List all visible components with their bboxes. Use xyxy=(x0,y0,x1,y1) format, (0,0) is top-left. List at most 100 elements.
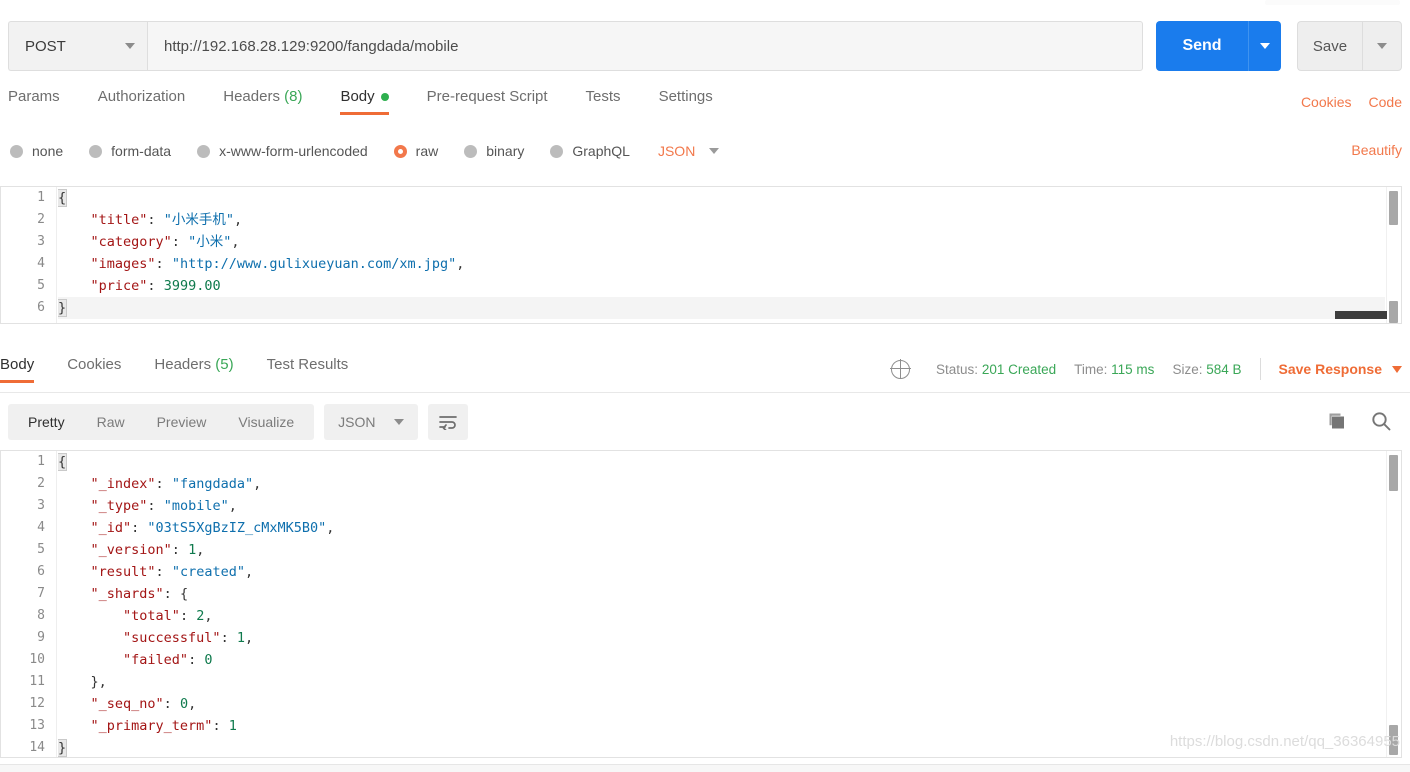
code-token: 3999.00 xyxy=(163,278,221,294)
word-wrap-button[interactable] xyxy=(427,404,468,440)
radio-icon xyxy=(10,144,23,158)
send-button-group: Send xyxy=(1156,21,1281,71)
body-type-graphql[interactable]: GraphQL xyxy=(550,143,630,159)
code-token: { xyxy=(58,453,68,471)
response-divider xyxy=(0,392,1410,393)
code-token: : xyxy=(163,696,180,712)
code-token: { xyxy=(179,586,189,602)
tab-label: Headers xyxy=(223,88,280,105)
horizontal-scrollbar-thumb[interactable] xyxy=(1335,311,1387,319)
tab-label: Cookies xyxy=(67,356,122,373)
top-partial-strip xyxy=(1265,0,1400,5)
save-options-button[interactable] xyxy=(1362,21,1402,71)
scrollbar-thumb[interactable] xyxy=(1389,455,1398,491)
cookies-link[interactable]: Cookies xyxy=(1301,94,1352,110)
request-tab-settings[interactable]: Settings xyxy=(659,88,713,115)
code-token: 0 xyxy=(179,696,189,712)
request-tab-headers[interactable]: Headers (8) xyxy=(223,88,302,115)
response-view-pretty[interactable]: Pretty xyxy=(12,404,81,440)
raw-format-selector[interactable]: JSON xyxy=(658,143,720,159)
response-size: Size: 584 B xyxy=(1172,362,1241,377)
copy-button[interactable] xyxy=(1326,410,1348,437)
save-button[interactable]: Save xyxy=(1297,21,1362,71)
response-tab-cookies[interactable]: Cookies xyxy=(67,356,121,383)
response-format-selector[interactable]: JSON xyxy=(324,404,418,440)
send-options-button[interactable] xyxy=(1248,21,1281,71)
code-line: "_shards": { xyxy=(58,583,1385,605)
request-tab-params[interactable]: Params xyxy=(8,88,60,115)
scrollbar-thumb[interactable] xyxy=(1389,191,1398,225)
code-token: { xyxy=(58,189,68,207)
code-token: , xyxy=(253,476,262,492)
code-token: : xyxy=(155,256,172,272)
response-time: Time: 115 ms xyxy=(1074,362,1154,377)
url-input[interactable]: http://192.168.28.129:9200/fangdada/mobi… xyxy=(147,21,1143,71)
request-tab-body[interactable]: Body xyxy=(340,88,389,115)
code-token: 0 xyxy=(204,652,213,668)
response-code-area[interactable]: { "_index": "fangdada", "_type": "mobile… xyxy=(58,451,1385,757)
code-token: "03tS5XgBzIZ_cMxMK5B0" xyxy=(147,520,327,536)
send-button[interactable]: Send xyxy=(1156,21,1248,71)
response-editor-scrollbar[interactable] xyxy=(1386,451,1401,757)
body-type-form-data[interactable]: form-data xyxy=(89,143,171,159)
code-token: } xyxy=(58,299,68,317)
radio-icon xyxy=(197,144,211,158)
radio-label: GraphQL xyxy=(572,143,630,159)
beautify-link[interactable]: Beautify xyxy=(1351,142,1402,158)
http-method-selector[interactable]: POST xyxy=(8,21,147,71)
request-body-editor[interactable]: 1 2 3 4 5 6 { "title": "小米手机", "category": "小… xyxy=(0,186,1402,324)
line-number: 2 xyxy=(37,476,45,491)
request-code-area[interactable]: { "title": "小米手机", "category": "小米", "im… xyxy=(58,187,1385,323)
search-button[interactable] xyxy=(1370,410,1392,437)
code-token: "category" xyxy=(90,234,172,250)
response-tab-body[interactable]: Body xyxy=(0,356,35,383)
body-type-binary[interactable]: binary xyxy=(464,143,524,159)
code-token: , xyxy=(244,564,254,580)
response-tab-headers[interactable]: Headers (5) xyxy=(154,356,233,383)
request-tab-tests[interactable]: Tests xyxy=(586,88,621,115)
code-line: "price": 3999.00 xyxy=(58,275,1385,297)
response-view-visualize[interactable]: Visualize xyxy=(222,404,310,440)
chevron-down-icon xyxy=(1392,365,1402,373)
code-line: "total": 2, xyxy=(58,605,1385,627)
code-line: { xyxy=(58,451,1385,473)
code-token: "mobile" xyxy=(163,498,229,514)
line-number: 2 xyxy=(37,212,45,227)
tab-label: Body xyxy=(340,88,375,105)
save-response-label: Save Response xyxy=(1278,361,1383,377)
request-line-numbers: 1 2 3 4 5 6 xyxy=(1,187,57,323)
response-view-raw[interactable]: Raw xyxy=(81,404,141,440)
line-number: 4 xyxy=(37,256,45,271)
request-editor-scrollbar[interactable] xyxy=(1386,187,1401,323)
line-number: 5 xyxy=(37,278,45,293)
save-response-button[interactable]: Save Response xyxy=(1278,361,1402,377)
response-tab-test-results[interactable]: Test Results xyxy=(267,356,349,383)
code-link[interactable]: Code xyxy=(1369,94,1402,110)
tab-label: Headers xyxy=(154,356,212,373)
radio-icon xyxy=(464,144,478,158)
time-value: 115 ms xyxy=(1111,361,1155,377)
code-token: , xyxy=(326,520,335,536)
body-type-none[interactable]: none xyxy=(10,143,63,159)
response-status-bar: Status: 201 Created Time: 115 ms Size: 5… xyxy=(890,358,1402,380)
response-view-preview[interactable]: Preview xyxy=(141,404,223,440)
code-token: , xyxy=(188,696,197,712)
chevron-down-icon xyxy=(125,43,135,49)
scrollbar-thumb-lower[interactable] xyxy=(1389,301,1398,323)
response-body-editor[interactable]: 1 2 3 4 5 6 7 8 9 10 11 12 13 14 { "_index": "fangdad… xyxy=(0,450,1402,758)
request-url-bar: POST http://192.168.28.129:9200/fangdada… xyxy=(8,21,1402,71)
request-tab-authorization[interactable]: Authorization xyxy=(98,88,186,115)
request-tab-pre-request-script[interactable]: Pre-request Script xyxy=(427,88,548,115)
scrollbar-thumb-lower[interactable] xyxy=(1389,725,1398,755)
code-token: , xyxy=(231,234,240,250)
body-type-raw[interactable]: raw xyxy=(393,143,438,159)
body-type-x-www-form-urlencoded[interactable]: x-www-form-urlencoded xyxy=(197,143,368,159)
radio-label: binary xyxy=(486,143,525,159)
